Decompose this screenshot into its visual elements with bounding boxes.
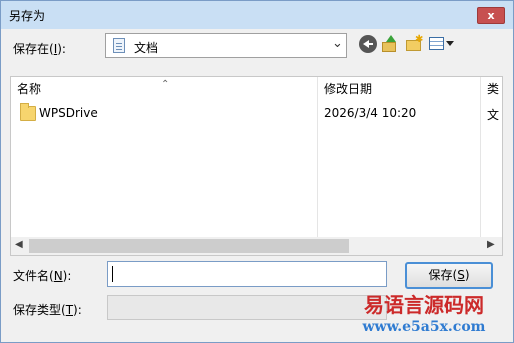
save-as-dialog: 另存为 x 保存在(I): 文档 ⌄ ✱ 名称 ⌃ 修改日期 类 WPSDriv…: [0, 0, 514, 343]
filename-label-text: 文件名(: [13, 269, 54, 283]
close-icon: x: [487, 9, 495, 22]
filetype-label: 保存类型(T):: [13, 301, 82, 318]
save-in-label-suffix: ):: [57, 42, 66, 56]
column-divider[interactable]: [480, 77, 481, 237]
up-folder-icon[interactable]: [381, 35, 399, 53]
filename-accel-key: N: [53, 269, 63, 283]
save-accel-key: S: [457, 268, 465, 282]
filetype-label-text: 保存类型(: [13, 303, 66, 317]
save-in-label: 保存在(I):: [13, 40, 66, 57]
back-icon[interactable]: [359, 35, 377, 53]
filename-input[interactable]: [107, 261, 387, 287]
column-type-label: 类: [487, 82, 500, 96]
file-list[interactable]: 名称 ⌃ 修改日期 类 WPSDrive 2026/3/4 10:20 文 ◀ …: [10, 76, 503, 256]
folder-icon: [20, 103, 36, 121]
watermark: 易语言源码网 www.e5a5x.com: [349, 292, 499, 340]
column-header-name[interactable]: 名称 ⌃: [11, 77, 317, 101]
watermark-title: 易语言源码网: [364, 293, 484, 317]
horizontal-scrollbar[interactable]: ◀ ▶: [11, 237, 502, 255]
filename-label: 文件名(N):: [13, 267, 71, 284]
watermark-url: www.e5a5x.com: [362, 319, 486, 335]
item-modified: 2026/3/4 10:20: [324, 106, 417, 120]
text-cursor: [112, 266, 113, 282]
column-divider[interactable]: [317, 77, 318, 237]
save-button[interactable]: 保存(S): [405, 262, 493, 289]
save-in-dropdown[interactable]: 文档 ⌄: [105, 33, 347, 58]
filetype-label-suffix: ):: [73, 303, 82, 317]
document-icon: [113, 38, 125, 53]
filename-label-suffix: ):: [62, 269, 72, 283]
save-label-suffix: ): [464, 268, 470, 282]
filetype-accel-key: T: [65, 303, 74, 317]
save-in-label-text: 保存在(: [13, 42, 54, 56]
scroll-right-icon[interactable]: ▶: [487, 239, 495, 250]
filetype-dropdown: [107, 295, 387, 320]
view-menu-icon[interactable]: [429, 35, 454, 53]
scrollbar-thumb[interactable]: [29, 239, 349, 253]
list-item[interactable]: WPSDrive 2026/3/4 10:20 文: [11, 103, 502, 125]
column-header-type[interactable]: 类: [481, 77, 502, 101]
column-name-label: 名称: [17, 82, 42, 96]
column-modified-label: 修改日期: [324, 82, 373, 96]
save-label: 保存(: [428, 268, 458, 282]
close-button[interactable]: x: [477, 7, 505, 24]
item-name: WPSDrive: [39, 106, 98, 120]
dialog-title: 另存为: [9, 9, 46, 23]
sort-ascending-icon: ⌃: [161, 79, 170, 90]
item-type: 文: [487, 108, 500, 122]
scroll-left-icon[interactable]: ◀: [15, 239, 23, 250]
new-folder-icon[interactable]: ✱: [405, 35, 423, 53]
title-bar[interactable]: 另存为 x: [1, 1, 513, 29]
column-header-modified[interactable]: 修改日期: [318, 77, 480, 101]
chevron-down-icon[interactable]: ⌄: [332, 36, 343, 51]
save-in-value: 文档: [134, 41, 159, 55]
